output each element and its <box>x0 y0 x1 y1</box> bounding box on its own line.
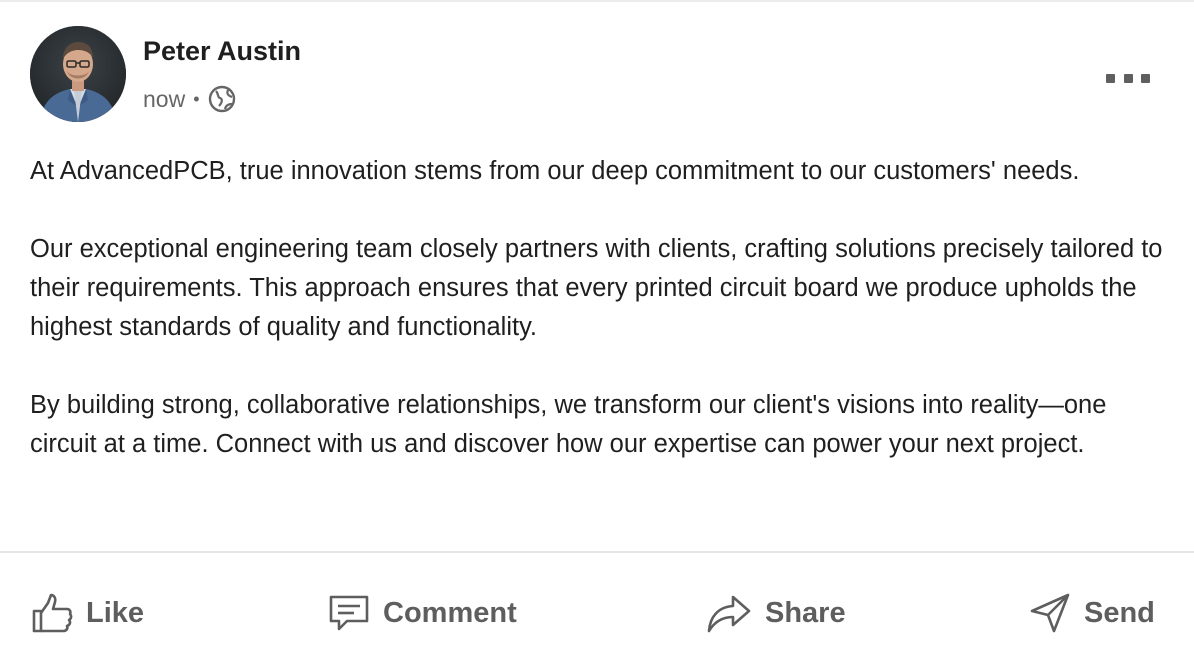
post-paragraph: By building strong, collaborative relati… <box>30 391 1107 458</box>
share-arrow-icon <box>705 593 753 633</box>
like-button[interactable]: Like <box>30 588 144 638</box>
meta-separator: • <box>193 88 200 109</box>
send-button[interactable]: Send <box>1028 588 1155 638</box>
post-paragraph: At AdvancedPCB, true innovation stems fr… <box>30 157 1080 185</box>
like-label: Like <box>86 596 145 629</box>
globe-icon <box>208 85 236 113</box>
more-dot <box>1141 73 1150 83</box>
person-portrait-icon <box>30 26 126 122</box>
more-options-icon[interactable] <box>1106 68 1150 88</box>
top-divider <box>0 0 1194 2</box>
author-avatar[interactable] <box>30 26 126 122</box>
post-paragraph: Our exceptional engineering team closely… <box>30 235 1163 341</box>
post-body: At AdvancedPCB, true innovation stems fr… <box>30 152 1170 464</box>
post-timestamp: now <box>143 85 186 112</box>
thumbs-up-icon <box>30 591 74 635</box>
more-dot <box>1106 73 1115 83</box>
share-label: Share <box>765 596 846 629</box>
comment-button[interactable]: Comment <box>327 588 517 638</box>
post-header: Peter Austin now • <box>30 26 1164 126</box>
action-divider <box>0 551 1194 553</box>
more-dot <box>1123 73 1133 83</box>
send-label: Send <box>1084 596 1155 629</box>
action-bar: Like Comment Share Send <box>0 570 1194 650</box>
comment-label: Comment <box>383 596 517 629</box>
comment-icon <box>327 593 371 633</box>
send-icon <box>1028 591 1072 635</box>
post-meta: now • <box>143 84 236 114</box>
author-name[interactable]: Peter Austin <box>143 36 301 67</box>
share-button[interactable]: Share <box>705 588 846 638</box>
